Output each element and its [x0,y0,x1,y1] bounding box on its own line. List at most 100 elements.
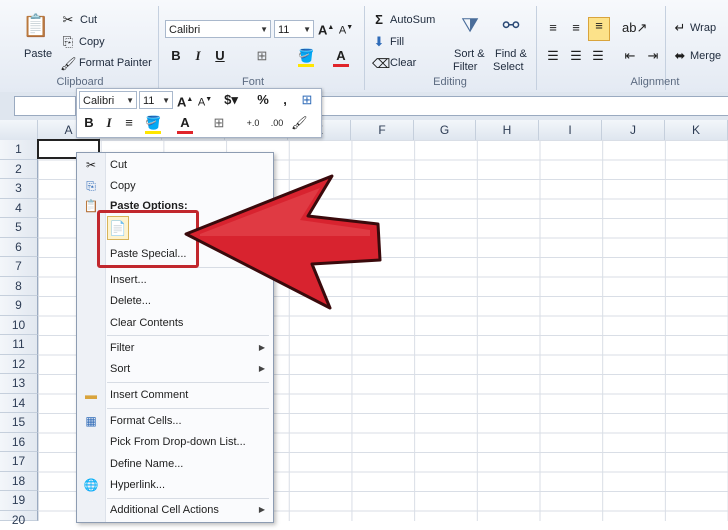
menu-additional-cell-actions[interactable]: Additional Cell Actions [110,504,219,516]
column-header[interactable]: F [351,120,414,140]
row-header[interactable]: 11 [0,335,38,355]
mini-italic-icon[interactable]: I [101,115,117,131]
menu-copy[interactable]: Copy [110,180,136,192]
wrap-text-button[interactable]: Wrap [690,22,716,34]
hyperlink-icon: 🌐 [83,478,99,492]
fill-button[interactable]: Fill [390,36,404,48]
row-header[interactable]: 15 [0,413,38,433]
row-header[interactable]: 4 [0,198,38,218]
mini-decrease-decimal-icon[interactable]: .00 [267,115,287,131]
paste-button[interactable]: Paste [24,48,52,60]
format-painter-button[interactable]: Format Painter [79,57,152,69]
mini-borders-icon[interactable]: ⊞ [211,115,227,131]
column-header[interactable]: I [539,120,602,140]
mini-currency-icon[interactable]: $▾ [223,92,239,108]
align-top-icon[interactable]: ≡ [545,20,561,36]
mini-comma-icon[interactable]: , [277,92,293,108]
cut-button[interactable]: Cut [80,14,97,26]
menu-pick-from-list[interactable]: Pick From Drop-down List... [110,436,246,448]
scissors-icon: ✂ [62,12,74,27]
row-header[interactable]: 18 [0,471,38,491]
fill-color-icon[interactable]: 🪣 [298,48,314,67]
row-header[interactable]: 1 [0,140,38,160]
mini-bold-icon[interactable]: B [81,115,97,131]
copy-button[interactable]: Copy [79,36,105,48]
row-header[interactable]: 16 [0,432,38,452]
menu-define-name[interactable]: Define Name... [110,458,183,470]
mini-grow-font-icon[interactable]: A▲ [177,92,193,110]
increase-indent-icon[interactable]: ⇥ [645,48,661,64]
row-header[interactable]: 13 [0,374,38,394]
mini-increase-decimal-icon[interactable]: +.0 [243,115,263,131]
grow-font-icon[interactable]: A▲ [318,20,334,38]
mini-format-table-icon[interactable]: ⊞ [299,92,315,108]
mini-size-combo[interactable]: 11 ▼ [139,91,173,109]
menu-delete[interactable]: Delete... [110,295,151,307]
menu-format-cells[interactable]: Format Cells... [110,415,182,427]
paste-icon[interactable]: 📋 [22,10,50,42]
row-header[interactable]: 7 [0,257,38,277]
sort-filter-label-1[interactable]: Sort & [454,48,485,60]
bold-icon[interactable]: B [168,48,184,64]
menu-filter[interactable]: Filter [110,342,134,354]
mini-font-color-icon[interactable]: A [177,115,193,134]
menu-insert[interactable]: Insert... [110,274,147,286]
binoculars-icon[interactable]: ⚯ [497,12,525,40]
font-name-combo[interactable]: Calibri ▼ [165,20,271,38]
sort-filter-label-2[interactable]: Filter [453,61,477,73]
align-right-icon[interactable]: ☰ [590,48,606,64]
menu-cut[interactable]: Cut [110,159,127,171]
align-left-icon[interactable]: ☰ [545,48,561,64]
italic-icon[interactable]: I [190,48,206,64]
align-middle-icon[interactable]: ≡ [568,20,584,36]
row-header[interactable]: 14 [0,393,38,413]
align-center-icon[interactable]: ☰ [568,48,584,64]
mini-format-painter-icon[interactable]: 🖌 [291,115,308,131]
sort-filter-icon[interactable]: ⧩ [456,12,484,40]
formula-input[interactable] [320,96,728,116]
eraser-icon: ⌫ [372,56,391,71]
mini-font-combo[interactable]: Calibri ▼ [79,91,137,109]
name-box[interactable] [14,96,76,116]
find-select-label-1[interactable]: Find & [495,48,527,60]
row-header[interactable]: 10 [0,315,38,335]
borders-icon[interactable]: ⊞ [254,48,270,64]
shrink-font-icon[interactable]: A▼ [338,20,354,39]
mini-fill-color-icon[interactable]: 🪣 [145,115,161,134]
row-header[interactable]: 8 [0,276,38,296]
row-header[interactable]: 19 [0,491,38,511]
clipboard-group-label: Clipboard [56,76,104,88]
row-header[interactable]: 6 [0,237,38,257]
alignment-group-label: Alignment [630,76,680,88]
column-header[interactable]: K [665,120,728,140]
row-header[interactable]: 3 [0,179,38,199]
select-all-corner[interactable] [0,120,38,140]
column-header[interactable]: J [602,120,665,140]
font-color-icon[interactable]: A [333,48,349,67]
align-bottom-icon[interactable]: ≡ [588,17,610,41]
decrease-indent-icon[interactable]: ⇤ [622,48,638,64]
row-header[interactable]: 12 [0,354,38,374]
column-header[interactable]: G [414,120,476,140]
menu-sort[interactable]: Sort [110,363,130,375]
orientation-icon[interactable]: ab↗ [622,20,647,36]
copy-icon: ⎘ [62,34,74,49]
row-header[interactable]: 17 [0,452,38,472]
row-header[interactable]: 2 [0,159,38,179]
underline-icon[interactable]: U [212,48,228,64]
font-size-combo[interactable]: 11 ▼ [274,20,314,38]
menu-insert-comment[interactable]: Insert Comment [110,389,188,401]
clear-button[interactable]: Clear [390,57,416,69]
mini-shrink-font-icon[interactable]: A▼ [197,92,213,111]
row-header[interactable]: 20 [0,510,38,527]
menu-hyperlink[interactable]: Hyperlink... [110,479,165,491]
menu-clear-contents[interactable]: Clear Contents [110,317,183,329]
column-header[interactable]: H [476,120,539,140]
merge-button[interactable]: Merge [690,50,721,62]
row-header[interactable]: 5 [0,218,38,238]
row-header[interactable]: 9 [0,296,38,316]
mini-percent-icon[interactable]: % [255,92,271,108]
mini-center-icon[interactable]: ≡ [121,115,137,131]
autosum-button[interactable]: AutoSum [390,14,435,26]
find-select-label-2[interactable]: Select [493,61,524,73]
